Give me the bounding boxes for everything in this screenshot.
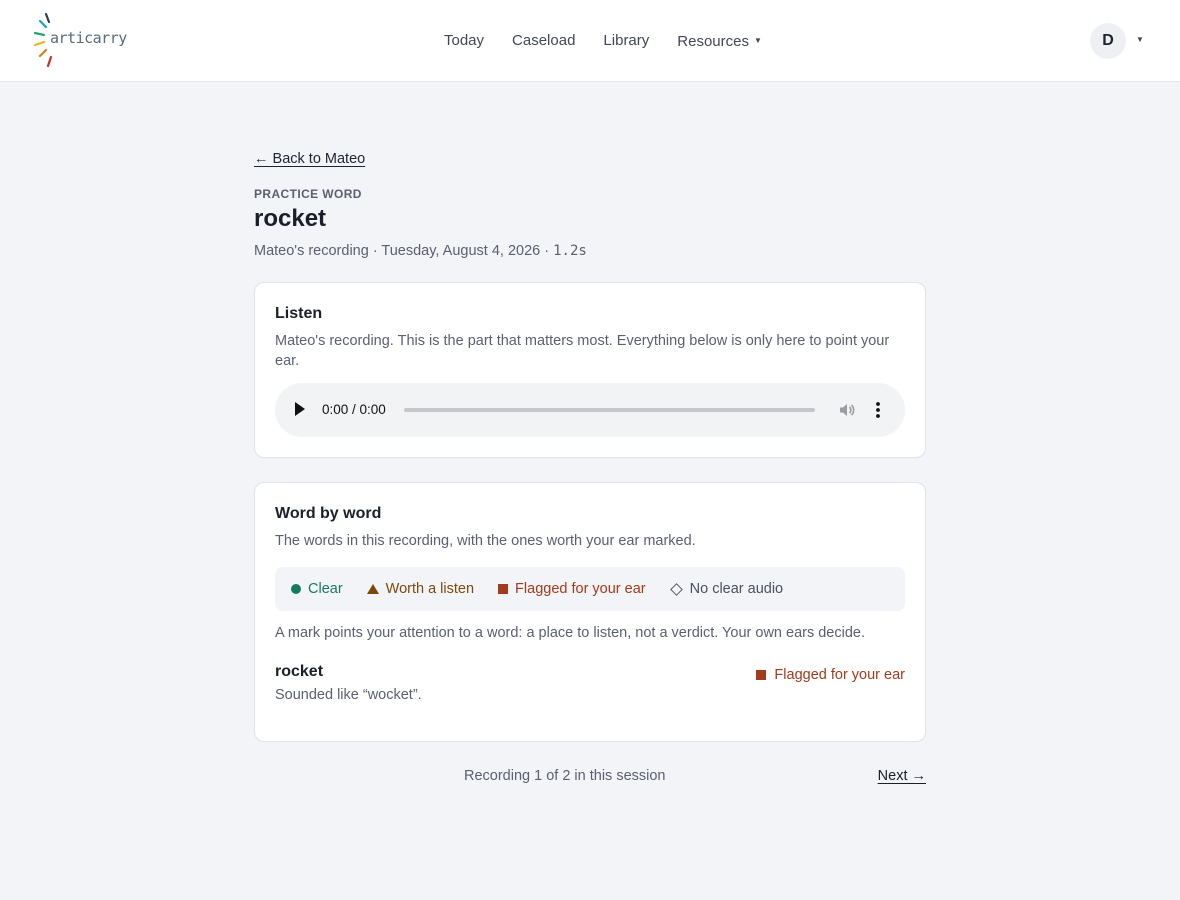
recording-counter: Recording 1 of 2 in this session: [464, 768, 666, 784]
nav-item-library[interactable]: Library: [603, 31, 649, 52]
word-status-label: Flagged for your ear: [774, 667, 905, 683]
legend-label-flagged: Flagged for your ear: [515, 581, 646, 597]
playback-scrubber[interactable]: [404, 408, 815, 412]
legend-label-worth-a-listen: Worth a listen: [385, 581, 475, 597]
top-navigation-bar: articarry Today Caseload Library Resourc…: [0, 0, 1180, 82]
legend-item-clear: Clear: [291, 581, 343, 597]
recording-meta-text: Mateo's recording · Tuesday, August 4, 2…: [254, 243, 554, 259]
play-icon[interactable]: [295, 402, 305, 416]
caret-down-icon: ▼: [753, 36, 762, 45]
nav-item-resources[interactable]: Resources ▼: [677, 31, 762, 52]
legend-item-worth-a-listen: Worth a listen: [366, 581, 475, 597]
circle-icon: [291, 584, 301, 594]
nav-item-caseload[interactable]: Caseload: [512, 31, 575, 52]
word-by-word-card: Word by word The words in this recording…: [254, 482, 926, 742]
word-detail: Sounded like “wocket”.: [275, 687, 422, 703]
page-title: rocket: [254, 205, 327, 232]
main-content: ← Back to Mateo PRACTICE WORD rocket Mat…: [254, 150, 926, 790]
word-by-word-heading: Word by word: [275, 505, 382, 522]
page-eyebrow: PRACTICE WORD: [254, 187, 362, 201]
listen-heading: Listen: [275, 305, 323, 322]
listen-description: Mateo's recording. This is the part that…: [275, 333, 890, 369]
back-to-mateo-link[interactable]: ← Back to Mateo: [254, 151, 365, 167]
word-row: rocket Sounded like “wocket”. Flagged fo…: [275, 663, 905, 707]
recording-pagination: Recording 1 of 2 in this session Next →: [254, 768, 926, 790]
player-time: 0:00 / 0:00: [322, 402, 386, 417]
user-avatar[interactable]: D: [1090, 23, 1126, 59]
nav-item-resources-label: Resources: [677, 33, 749, 50]
listen-card: Listen Mateo's recording. This is the pa…: [254, 282, 926, 458]
legend-label-clear: Clear: [308, 581, 343, 597]
legend-note: A mark points your attention to a word: …: [275, 625, 866, 641]
account-menu-caret-icon[interactable]: ▼: [1136, 35, 1144, 44]
recording-meta: Mateo's recording · Tuesday, August 4, 2…: [254, 243, 926, 259]
audio-player[interactable]: 0:00 / 0:00: [275, 383, 905, 437]
legend-item-no-clear-audio: No clear audio: [669, 581, 784, 597]
nav-item-today[interactable]: Today: [444, 31, 484, 52]
square-icon: [756, 670, 767, 680]
next-recording-link[interactable]: Next →: [878, 768, 926, 784]
logo-wordmark: articarry: [50, 29, 127, 47]
volume-icon[interactable]: [837, 400, 857, 420]
legend-label-no-clear-audio: No clear audio: [689, 581, 784, 597]
articarry-logo[interactable]: articarry: [32, 12, 127, 70]
more-options-icon[interactable]: [873, 400, 883, 420]
word-by-word-description: The words in this recording, with the on…: [275, 533, 696, 549]
square-icon: [498, 584, 509, 594]
triangle-icon: [366, 584, 379, 594]
legend-item-flagged: Flagged for your ear: [498, 581, 646, 597]
status-legend: Clear Worth a listen Flagged for your ea…: [275, 567, 905, 611]
main-nav: Today Caseload Library Resources ▼: [444, 31, 762, 52]
word-status-badge: Flagged for your ear: [756, 667, 905, 683]
diamond-icon: [669, 582, 683, 596]
recording-duration: 1.2s: [553, 243, 587, 259]
